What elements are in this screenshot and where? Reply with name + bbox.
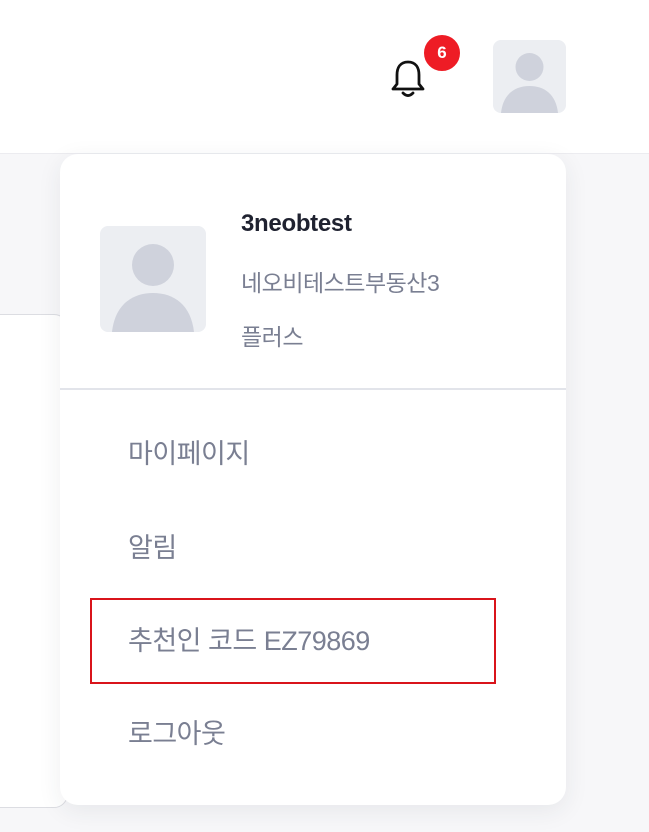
menu-item-mypage[interactable]: 마이페이지 — [128, 432, 250, 471]
username: 3neobtest — [241, 210, 352, 237]
user-avatar-icon — [112, 244, 194, 332]
divider — [60, 388, 566, 390]
plan-name: 플러스 — [241, 324, 303, 350]
profile-dropdown-menu: 3neobtest 네오비테스트부동산3 플러스 마이페이지 알림 추천인 코드… — [60, 154, 566, 805]
user-avatar-icon — [501, 53, 558, 113]
bell-icon — [391, 60, 425, 97]
company-name: 네오비테스트부동산3 — [241, 270, 440, 296]
top-header: 6 — [0, 0, 649, 154]
notification-count-badge: 6 — [421, 32, 463, 74]
background-panel — [0, 314, 68, 808]
profile-summary: 3neobtest 네오비테스트부동산3 플러스 — [60, 154, 566, 388]
menu-item-notifications[interactable]: 알림 — [128, 526, 177, 565]
menu-item-logout[interactable]: 로그아웃 — [128, 712, 226, 751]
profile-avatar — [100, 226, 206, 332]
user-avatar-button[interactable] — [493, 40, 566, 113]
highlight-box — [90, 598, 496, 684]
